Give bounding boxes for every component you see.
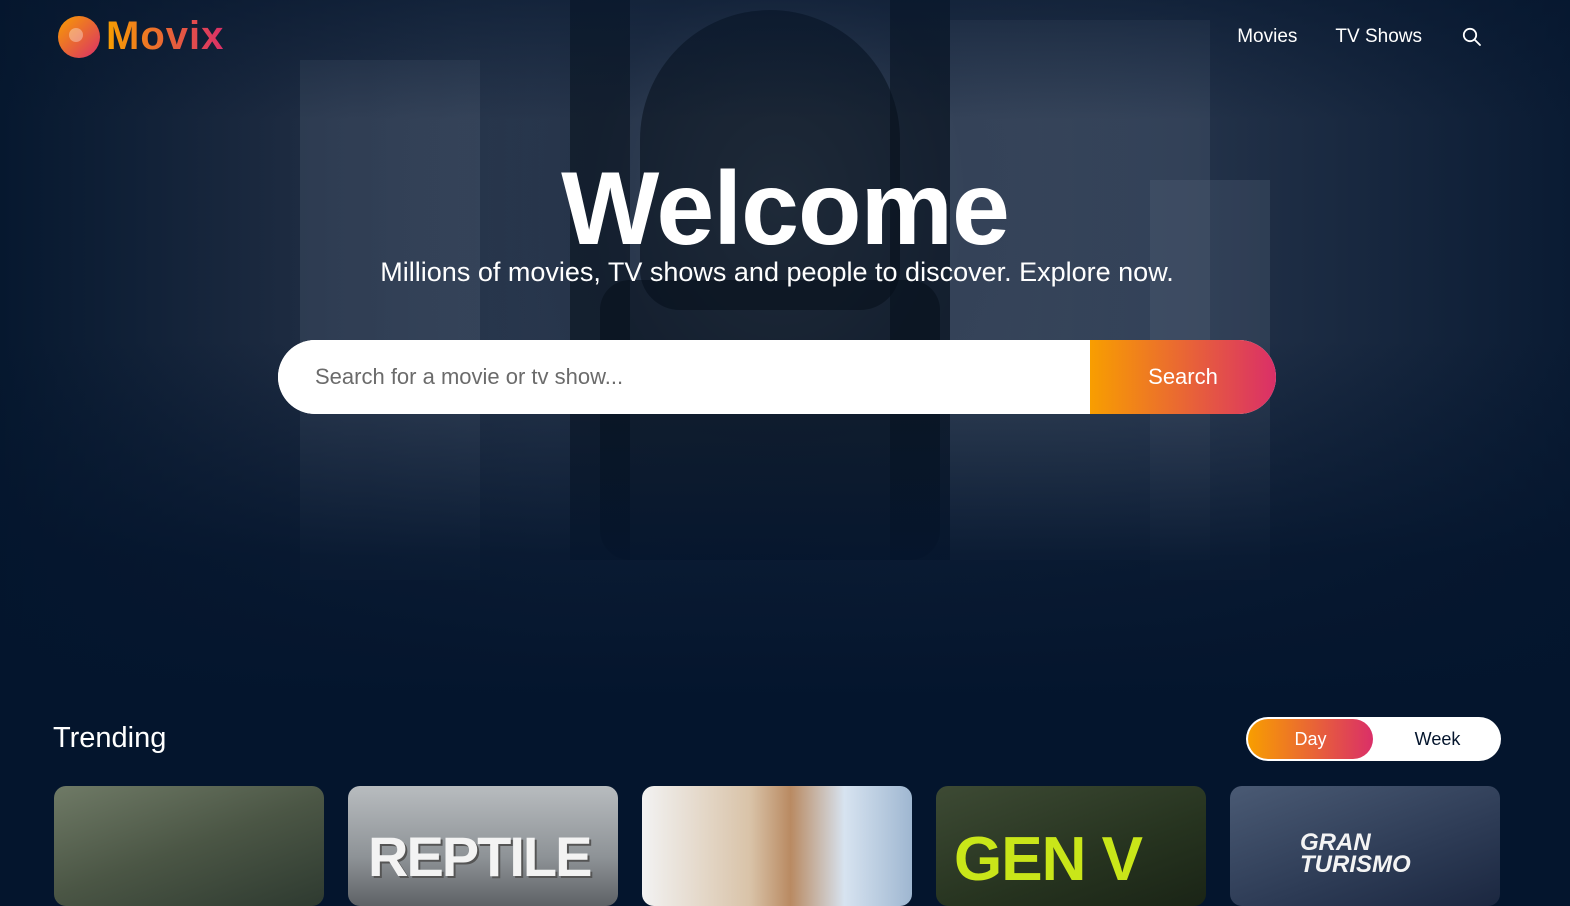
tab-week[interactable]: Week (1375, 719, 1500, 759)
movie-card[interactable]: REPTILE (348, 786, 618, 906)
hero-search-bar: Search (278, 340, 1276, 414)
hero-subtitle: Millions of movies, TV shows and people … (380, 257, 1174, 287)
logo[interactable]: Movix (58, 14, 224, 59)
nav-tv-shows[interactable]: TV Shows (1335, 26, 1422, 48)
search-button[interactable]: Search (1090, 340, 1276, 414)
search-icon[interactable] (1462, 27, 1482, 47)
movie-card[interactable]: GRAN TURISMO (1230, 786, 1500, 906)
tab-day[interactable]: Day (1248, 719, 1373, 759)
site-header: Movix Movies TV Shows (0, 0, 1570, 76)
time-window-switch: Day Week (1246, 717, 1501, 761)
search-input[interactable] (278, 340, 1090, 414)
hero-title: Welcome (561, 151, 1010, 267)
poster-title: GRAN TURISMO (1300, 829, 1411, 878)
logo-text: Movix (106, 14, 225, 58)
logo-icon (58, 15, 100, 58)
movie-card[interactable] (54, 786, 324, 906)
poster-title: REPTILE (368, 825, 592, 888)
movie-card[interactable] (642, 786, 912, 906)
movie-card[interactable]: GEN V (936, 786, 1206, 906)
trending-heading: Trending (53, 722, 167, 754)
poster-title: GEN V (954, 825, 1143, 894)
nav-movies[interactable]: Movies (1237, 26, 1297, 48)
main-nav: Movies TV Shows (1199, 26, 1482, 48)
